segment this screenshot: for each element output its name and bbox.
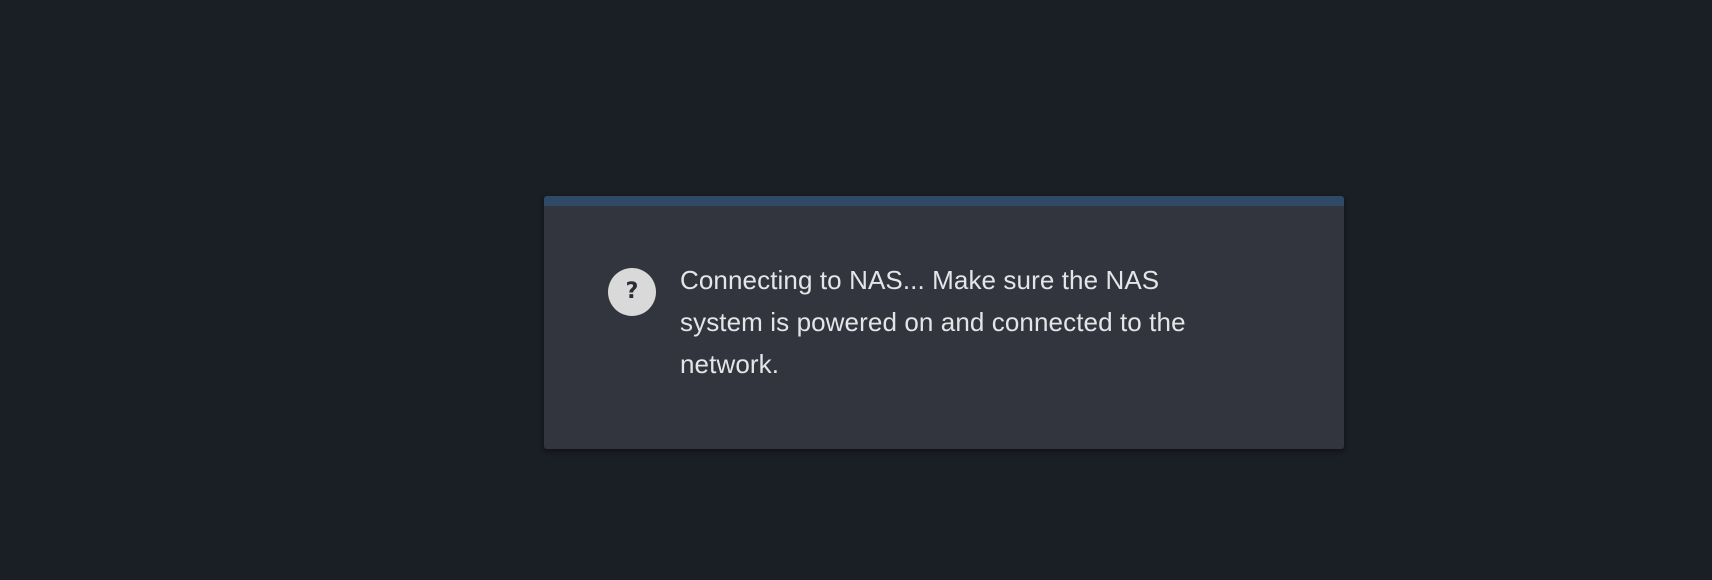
app-background: ? Connecting to NAS... Make sure the NAS… [0,0,1712,580]
connection-status-dialog: ? Connecting to NAS... Make sure the NAS… [544,196,1344,449]
question-icon: ? [608,268,656,316]
dialog-accent-bar [544,196,1344,206]
status-message: Connecting to NAS... Make sure the NAS s… [680,265,1186,379]
dialog-body: ? Connecting to NAS... Make sure the NAS… [608,259,1264,385]
question-icon-glyph: ? [625,279,639,304]
